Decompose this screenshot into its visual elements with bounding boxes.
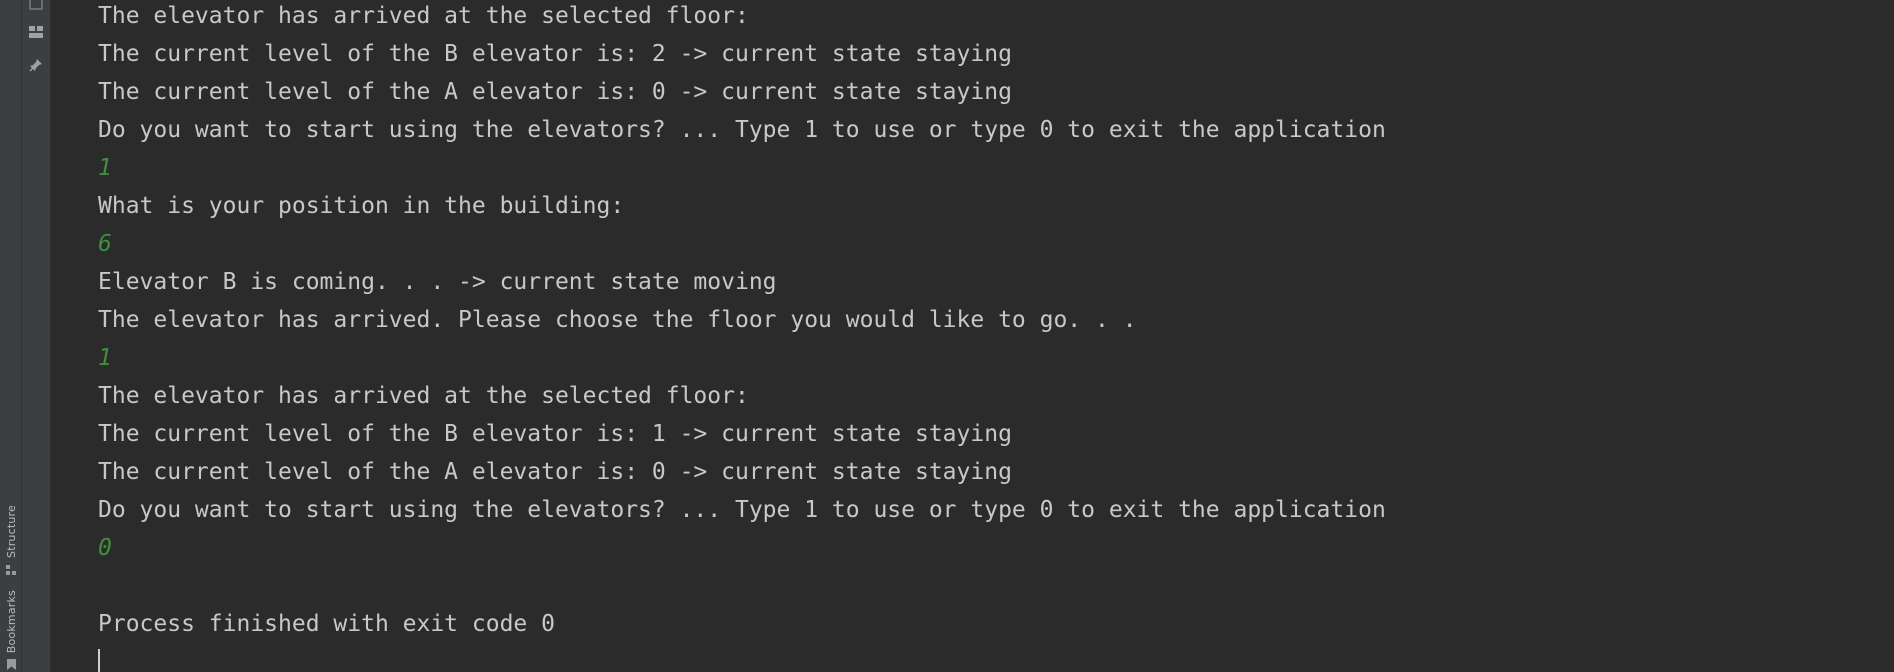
- sidebar-tab-label: Bookmarks: [4, 590, 18, 654]
- sidebar-tab-label: Structure: [4, 505, 18, 558]
- sidebar-tab-structure[interactable]: Structure: [2, 505, 20, 580]
- editor-gutter: [50, 0, 81, 672]
- left-tool-window-bar: Structure Bookmarks: [0, 0, 22, 672]
- pin-icon[interactable]: [28, 57, 44, 73]
- console-toolbar: [22, 0, 50, 672]
- console-input-line: 6: [98, 231, 112, 257]
- console-output-line: The elevator has arrived at the selected…: [98, 383, 749, 409]
- console-output-line: The elevator has arrived. Please choose …: [98, 307, 1137, 333]
- console-output-line: Elevator B is coming. . . -> current sta…: [98, 269, 777, 295]
- console-prompt-line[interactable]: [98, 643, 1894, 672]
- console-input-line: 1: [98, 345, 112, 371]
- text-cursor: [98, 648, 100, 672]
- console-output-line: What is your position in the building:: [98, 193, 625, 219]
- console-input-line: 0: [98, 535, 112, 561]
- console-output-line: Do you want to start using the elevators…: [98, 497, 1386, 523]
- console-input-line: 1: [98, 155, 112, 181]
- console-output-line: The elevator has arrived at the selected…: [98, 3, 749, 29]
- bookmark-icon: [6, 657, 16, 672]
- console-output[interactable]: The elevator has arrived at the selected…: [98, 0, 1894, 672]
- structure-icon: [6, 562, 16, 580]
- layout-icon[interactable]: [28, 24, 44, 40]
- console-output-line: The current level of the B elevator is: …: [98, 41, 1012, 67]
- console-output-line: Process finished with exit code 0: [98, 611, 555, 637]
- export-icon[interactable]: [28, 0, 44, 12]
- console-output-line: The current level of the A elevator is: …: [98, 79, 1012, 105]
- ide-console-window: Structure Bookmarks The elevator has arr…: [0, 0, 1894, 672]
- console-output-line: The current level of the B elevator is: …: [98, 421, 1012, 447]
- console-output-line: Do you want to start using the elevators…: [98, 117, 1386, 143]
- sidebar-tab-bookmarks[interactable]: Bookmarks: [2, 590, 20, 672]
- console-output-line: The current level of the A elevator is: …: [98, 459, 1012, 485]
